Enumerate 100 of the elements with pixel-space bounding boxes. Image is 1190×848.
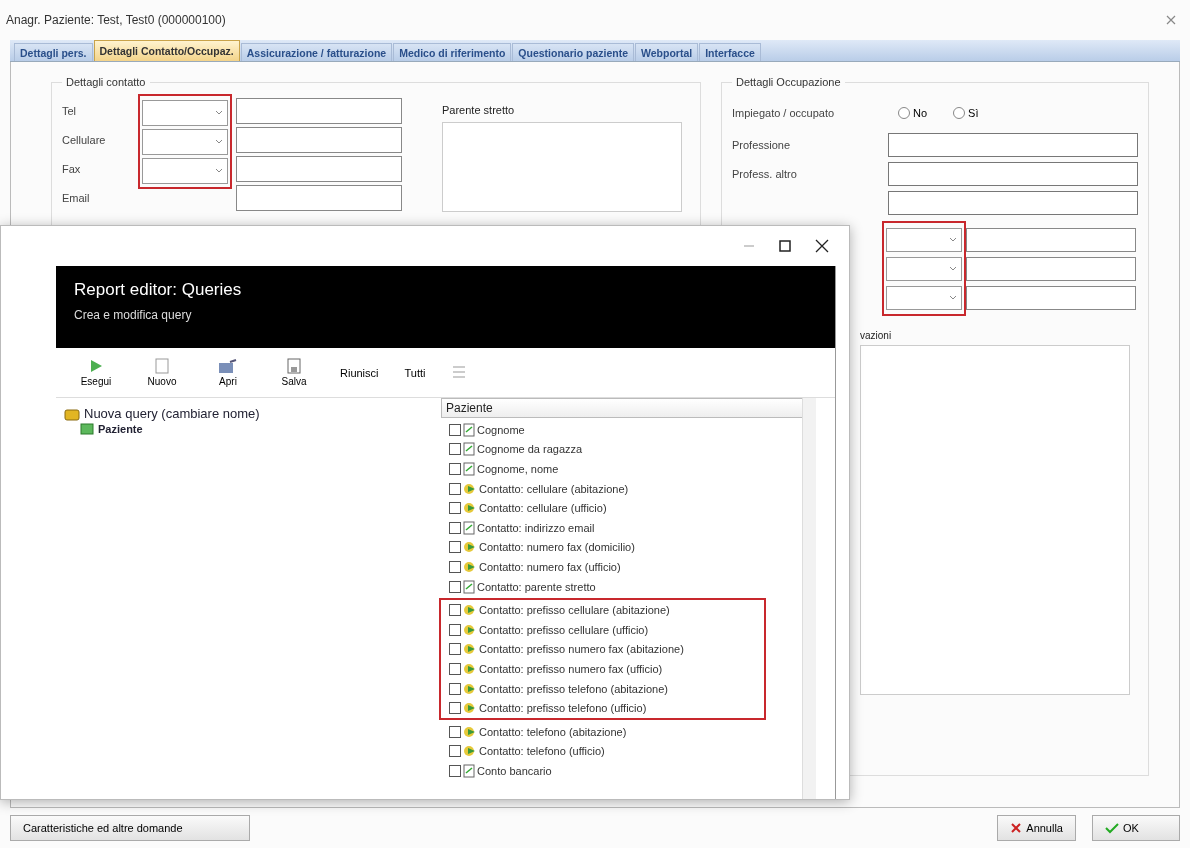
caret-icon xyxy=(215,139,223,144)
radio-option[interactable]: Sì xyxy=(953,107,979,119)
input-field[interactable] xyxy=(888,161,1138,186)
field-item[interactable]: Conto bancario xyxy=(477,764,552,777)
caret-icon xyxy=(949,295,957,300)
field-label: Parente stretto xyxy=(442,104,516,116)
field-item[interactable]: Cognome da ragazza xyxy=(477,443,583,456)
checkbox[interactable] xyxy=(449,604,461,617)
caret-icon xyxy=(215,168,223,173)
check-icon xyxy=(1105,822,1119,834)
prefix-dropdown[interactable] xyxy=(142,99,228,126)
checkbox[interactable] xyxy=(449,662,461,675)
tree-item[interactable]: Nuova query (cambiare nome) xyxy=(84,406,260,421)
input-field[interactable] xyxy=(888,190,1138,215)
field-item[interactable]: Contatto: cellulare (ufficio) xyxy=(479,502,607,515)
tab[interactable]: Webportal xyxy=(635,43,699,61)
field-item[interactable]: Contatto: numero fax (domicilio) xyxy=(479,541,635,554)
toolbar-button[interactable]: Apri xyxy=(208,358,248,387)
field-item[interactable]: Contatto: prefisso numero fax (ufficio) xyxy=(479,662,663,675)
field-item[interactable]: Contatto: prefisso cellulare (abitazione) xyxy=(479,604,670,617)
folder-icon xyxy=(64,406,80,421)
field-item[interactable]: Contatto: prefisso telefono (ufficio) xyxy=(479,702,647,715)
ok-button[interactable]: OK xyxy=(1092,815,1180,841)
field-label: Tel xyxy=(62,104,78,117)
field-label: Cellulare xyxy=(62,133,107,146)
input-field[interactable] xyxy=(888,132,1138,157)
checkbox[interactable] xyxy=(449,502,461,515)
table-icon xyxy=(80,423,94,435)
toolbar-button[interactable]: Esegui xyxy=(76,358,116,387)
field-item[interactable]: Contatto: telefono (abitazione) xyxy=(479,725,627,738)
dropdown[interactable] xyxy=(886,227,962,252)
scrollbar[interactable] xyxy=(802,398,816,799)
toolbar-button[interactable]: Riunisci xyxy=(340,366,379,379)
field-label: Professione xyxy=(732,138,792,151)
caret-icon xyxy=(949,237,957,242)
field-item[interactable]: Contatto: prefisso cellulare (ufficio) xyxy=(479,623,649,636)
field-item[interactable]: Contatto: prefisso numero fax (abitazione) xyxy=(479,643,684,656)
input-field[interactable] xyxy=(966,256,1136,281)
radio-option[interactable]: No xyxy=(898,107,928,119)
editor-subtitle: Crea e modifica query xyxy=(74,308,193,322)
tab[interactable]: Dettagli Contatto/Occupaz. xyxy=(93,40,240,61)
close-button[interactable] xyxy=(815,239,829,253)
field-label: Email xyxy=(62,191,91,204)
editor-title: Report editor: Queries xyxy=(74,280,243,300)
checkbox[interactable] xyxy=(449,764,461,777)
tree-item[interactable]: Paziente xyxy=(98,423,143,435)
close-icon xyxy=(1166,15,1176,25)
checkbox[interactable] xyxy=(449,745,461,758)
field-item[interactable]: Contatto: cellulare (abitazione) xyxy=(479,482,629,495)
input-field[interactable] xyxy=(236,184,402,211)
tab[interactable]: Assicurazione / fatturazione xyxy=(240,43,393,61)
checkbox[interactable] xyxy=(449,643,461,656)
document-icon xyxy=(463,442,475,457)
checkbox[interactable] xyxy=(449,682,461,695)
dropdown[interactable] xyxy=(886,285,962,310)
checkbox[interactable] xyxy=(449,423,461,436)
window-title: Anagr. Paziente: Test, Test0 (000000100) xyxy=(6,13,226,27)
tab[interactable]: Medico di riferimento xyxy=(393,43,512,61)
dropdown[interactable] xyxy=(886,256,962,281)
checkbox[interactable] xyxy=(449,541,461,554)
field-label: Profess. altro xyxy=(732,167,798,180)
document-icon xyxy=(463,422,475,437)
maximize-button[interactable] xyxy=(779,240,791,252)
checkbox[interactable] xyxy=(449,702,461,715)
field-item[interactable]: Contatto: numero fax (ufficio) xyxy=(479,560,621,573)
checkbox[interactable] xyxy=(449,482,461,495)
close-icon xyxy=(1010,822,1023,834)
tab[interactable]: Interfacce xyxy=(699,43,761,61)
checkbox[interactable] xyxy=(449,580,461,593)
prefix-dropdown[interactable] xyxy=(142,157,228,184)
maximize-icon xyxy=(779,240,791,252)
input-field[interactable] xyxy=(966,285,1136,310)
tab[interactable]: Dettagli pers. xyxy=(14,43,93,61)
checkbox[interactable] xyxy=(449,623,461,636)
input-field[interactable] xyxy=(966,227,1136,252)
input-field[interactable] xyxy=(236,155,402,182)
cancel-button[interactable]: Annulla xyxy=(997,815,1076,841)
toolbar-button[interactable]: Salva xyxy=(274,358,314,387)
checkbox[interactable] xyxy=(449,725,461,738)
extra-questions-button[interactable]: Caratteristiche ed altre domande xyxy=(10,815,250,841)
field-item[interactable]: Contatto: parente stretto xyxy=(477,580,596,593)
field-item[interactable]: Contatto: indirizzo email xyxy=(477,521,595,534)
checkbox[interactable] xyxy=(449,521,461,534)
toolbar-button[interactable]: Nuovo xyxy=(142,358,182,387)
field-item[interactable]: Cognome xyxy=(477,423,525,436)
field-label: Fax xyxy=(62,162,82,175)
tab[interactable]: Questionario paziente xyxy=(512,43,635,61)
field-item[interactable]: Contatto: prefisso telefono (abitazione) xyxy=(479,682,668,695)
floppy-icon xyxy=(287,358,301,374)
document-icon xyxy=(463,462,475,476)
toolbar-button[interactable]: Tutti xyxy=(404,366,426,379)
checkbox[interactable] xyxy=(449,443,461,456)
checkbox[interactable] xyxy=(449,560,461,573)
field-label: vazioni xyxy=(860,330,892,341)
input-field[interactable] xyxy=(236,126,402,153)
field-item[interactable]: Cognome, nome xyxy=(477,463,559,475)
field-item[interactable]: Contatto: telefono (ufficio) xyxy=(479,745,605,758)
input-field[interactable] xyxy=(236,97,402,124)
prefix-dropdown[interactable] xyxy=(142,128,228,155)
checkbox[interactable] xyxy=(449,463,461,475)
